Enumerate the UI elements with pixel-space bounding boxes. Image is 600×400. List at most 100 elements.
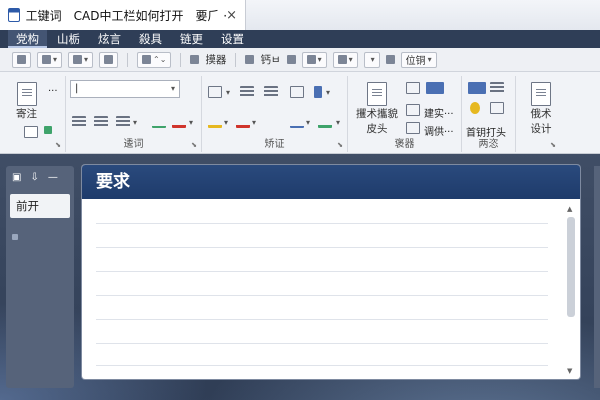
menu-item-4[interactable]: 殺具 [131,30,170,48]
outdent-icon[interactable] [290,86,304,98]
grid-icon[interactable] [406,104,420,116]
calendar-icon[interactable] [406,122,420,134]
document-line [96,295,548,296]
design-group: 俄术 设计 ⬊ [516,76,600,152]
vertical-scrollbar[interactable]: ▲ ▼ [566,205,576,375]
list-dropdown[interactable]: ▾ [332,51,358,68]
chevron-down-icon[interactable]: ▾ [133,118,137,127]
trend-icon[interactable] [290,116,304,128]
chevron-down-icon: ▾ [370,55,375,64]
navigation-pane: ▣ ⇩ — 前开 [6,166,74,388]
image-icon[interactable] [426,82,444,94]
indent-icon[interactable] [264,86,278,98]
chevron-down-icon: ▾ [317,55,322,64]
sort-dropdown[interactable]: ▾ [363,51,380,68]
close-tab-icon[interactable]: × [226,8,237,23]
picture-icon[interactable] [468,82,486,94]
chevron-down-icon[interactable]: ▾ [326,88,330,97]
print-icon[interactable] [245,55,255,64]
align-dropdown[interactable]: ⌃⌄ [137,51,172,68]
chart-icon[interactable] [152,116,166,128]
menu-item-3[interactable]: 炫言 [90,30,129,48]
insert-item-1[interactable]: 建实··· [424,105,454,120]
paste-label: 寄注 [16,108,37,120]
chevron-down-icon[interactable]: ▾ [252,118,256,127]
window-title: 工键词 CAD中工栏如何打开 要⺁ ·· [25,8,227,23]
insert-big-label: 攫术攜貌 皮头 [356,108,398,135]
dialog-launcher-icon[interactable]: ⬊ [55,141,61,149]
scroll-up-icon[interactable]: ▲ [567,205,572,213]
pane-export-icon[interactable]: ⇩ [30,172,38,183]
shield-icon[interactable] [470,102,480,114]
chevron-down-icon: ▾ [348,55,353,64]
menu-item-1[interactable]: 党构 [8,30,47,48]
list-icon [337,55,347,64]
document-line [96,271,548,272]
table-icon[interactable] [406,82,420,94]
chevron-down-icon: ▾ [170,84,175,93]
title-bar: 工键词 CAD中工栏如何打开 要⺁ ·· × [0,0,600,30]
print-button-label[interactable]: 钙ㅂ [260,52,280,67]
lock-icon[interactable] [385,55,395,64]
right-pane-edge [594,166,600,388]
quick-toolbar: ▾ ▾ ⌃⌄ 摸器 钙ㅂ ▾ ▾ ▾ 位铜 ▾ [0,48,600,72]
document-line [96,223,548,224]
dialog-launcher-icon[interactable]: ⬊ [191,141,197,149]
menu-bar: 党构 山栃 炫言 殺具 链更 设置 [0,30,600,48]
menu-item-6[interactable]: 设置 [213,30,252,48]
frame-icon[interactable] [490,102,504,114]
navigation-item[interactable]: 前开 [10,194,70,218]
align-center-icon[interactable] [94,116,108,128]
copy-icon[interactable] [24,126,38,138]
capture-button-label[interactable]: 摸器 [205,52,226,67]
chevron-down-icon[interactable]: ▾ [336,118,340,127]
document-heading[interactable]: 要求 [82,165,580,199]
insert-big-button[interactable]: 攫术攜貌 皮头 [354,82,400,136]
align-left-icon[interactable] [72,116,86,128]
highlight-icon[interactable] [208,116,222,128]
menu-item-5[interactable]: 链更 [172,30,211,48]
brush-icon[interactable] [318,116,332,128]
document-canvas[interactable]: 要求 ▲ ▼ [82,165,580,379]
pane-collapse-icon[interactable]: — [48,172,58,183]
align-right-icon[interactable] [116,116,130,128]
layout-button-4[interactable] [99,51,119,68]
layout-button-3[interactable]: ▾ [68,51,94,68]
layout-button-2[interactable]: ▾ [37,51,63,68]
font-name-field[interactable]: | ▾ [70,80,180,98]
document-line [96,343,548,344]
checkbox-icon[interactable] [208,86,222,98]
design-icon [531,82,551,106]
format-painter-icon[interactable] [44,126,52,134]
chevron-down-icon[interactable]: ▾ [224,118,228,127]
paste-button[interactable]: 寄注 [16,82,37,121]
page-icon [104,55,114,64]
grid-icon [42,55,51,64]
view-dropdown[interactable]: ▾ [301,51,327,68]
more-label[interactable]: ··· [48,86,58,97]
cursor-icon[interactable] [286,55,296,64]
layout-button-1[interactable] [12,51,31,68]
pane-view-icon[interactable]: ▣ [12,172,21,183]
font-color-icon[interactable] [172,116,186,128]
position-dropdown[interactable]: 位铜 ▾ [400,51,437,68]
list-icon[interactable] [240,86,254,98]
chevron-down-icon[interactable]: ▾ [189,118,193,127]
chevron-down-icon[interactable]: ▾ [306,118,310,127]
chevron-down-icon: ▾ [427,55,432,64]
dialog-launcher-icon[interactable]: ⬊ [337,141,343,149]
capture-icon[interactable] [190,55,200,64]
document-app-icon [8,8,20,22]
list-icon[interactable] [490,82,504,94]
document-icon [367,82,387,106]
menu-item-2[interactable]: 山栃 [49,30,88,48]
scroll-down-icon[interactable]: ▼ [567,367,572,375]
document-tab[interactable]: 工键词 CAD中工栏如何打开 要⺁ ·· × [0,0,246,30]
pointer-icon[interactable] [314,86,322,98]
design-big-button[interactable]: 俄术 设计 [528,82,554,136]
position-label: 位铜 [405,56,426,67]
chevron-down-icon[interactable]: ▾ [226,88,230,97]
scroll-thumb[interactable] [567,217,575,317]
dialog-launcher-icon[interactable]: ⬊ [550,141,556,149]
text-color-icon[interactable] [236,116,250,128]
